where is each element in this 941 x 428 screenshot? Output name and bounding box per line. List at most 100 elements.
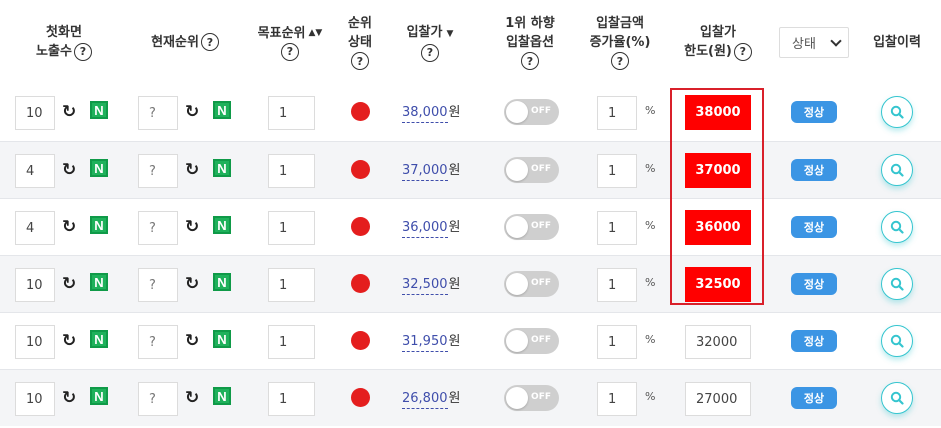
refresh-icon[interactable]: ↻	[62, 275, 78, 293]
refresh-icon[interactable]: ↻	[62, 103, 78, 121]
help-icon[interactable]: ?	[421, 43, 439, 62]
header-target-rank-sort[interactable]: 목표순위 ▲▼	[258, 24, 323, 43]
current-rank-field[interactable]: ?	[138, 325, 178, 359]
header-bid-sort[interactable]: 입찰가 ▼	[407, 23, 454, 44]
target-rank-input[interactable]: 1	[268, 154, 315, 188]
naver-icon[interactable]: N	[213, 330, 231, 348]
bid-history-button[interactable]	[881, 268, 913, 300]
rank1-down-option-toggle[interactable]: OFF	[504, 157, 559, 183]
bid-history-button[interactable]	[881, 154, 913, 186]
help-icon[interactable]: ?	[611, 52, 629, 70]
current-rank-field[interactable]: ?	[138, 268, 178, 302]
bid-amount[interactable]: 36,000원	[402, 216, 460, 238]
naver-icon[interactable]: N	[90, 273, 108, 291]
naver-icon[interactable]: N	[213, 216, 231, 234]
header-bid-label: 입찰가	[406, 24, 443, 40]
target-rank-input[interactable]: 1	[268, 211, 315, 245]
exposure-count-field[interactable]: 10	[15, 96, 55, 130]
bid-amount[interactable]: 31,950원	[402, 330, 460, 352]
status-badge[interactable]: 정상	[791, 216, 837, 238]
naver-icon[interactable]: N	[90, 216, 108, 234]
target-rank-input[interactable]: 1	[268, 325, 315, 359]
help-icon[interactable]: ?	[351, 52, 369, 70]
naver-icon[interactable]: N	[213, 273, 231, 291]
help-icon[interactable]: ?	[281, 42, 299, 61]
bid-amount-value[interactable]: 37,000	[402, 163, 448, 181]
bid-amount-value[interactable]: 38,000	[402, 105, 448, 123]
bid-limit-value[interactable]: 32500	[685, 267, 751, 302]
naver-icon[interactable]: N	[90, 159, 108, 177]
increase-rate-input[interactable]: 1	[597, 325, 637, 359]
rank1-down-option-toggle[interactable]: OFF	[504, 214, 559, 240]
current-rank-field[interactable]: ?	[138, 382, 178, 416]
status-filter-select[interactable]: 상태	[779, 27, 849, 58]
status-badge[interactable]: 정상	[791, 273, 837, 295]
header-exposure-line2: 노출수	[36, 44, 72, 59]
bid-amount[interactable]: 26,800원	[402, 387, 460, 409]
bid-limit-input[interactable]: 32000	[685, 325, 751, 359]
refresh-icon[interactable]: ↻	[185, 218, 201, 236]
bid-history-button[interactable]	[881, 325, 913, 357]
exposure-count-field[interactable]: 4	[15, 211, 55, 245]
increase-rate-input[interactable]: 1	[597, 268, 637, 302]
rank1-down-option-toggle[interactable]: OFF	[504, 385, 559, 411]
naver-icon[interactable]: N	[90, 101, 108, 119]
chevron-down-icon	[830, 34, 842, 47]
bid-limit-input[interactable]: 27000	[685, 382, 751, 416]
percent-unit: %	[645, 333, 656, 346]
bid-history-button[interactable]	[881, 382, 913, 414]
bid-amount-value[interactable]: 32,500	[402, 277, 448, 295]
refresh-icon[interactable]: ↻	[62, 218, 78, 236]
naver-icon[interactable]: N	[213, 387, 231, 405]
status-badge[interactable]: 정상	[791, 387, 837, 409]
rank1-down-option-toggle[interactable]: OFF	[504, 271, 559, 297]
bid-amount[interactable]: 32,500원	[402, 273, 460, 295]
naver-icon[interactable]: N	[213, 101, 231, 119]
refresh-icon[interactable]: ↻	[62, 332, 78, 350]
increase-rate-input[interactable]: 1	[597, 211, 637, 245]
naver-icon[interactable]: N	[213, 159, 231, 177]
bid-limit-value[interactable]: 36000	[685, 210, 751, 245]
status-badge[interactable]: 정상	[791, 330, 837, 352]
refresh-icon[interactable]: ↻	[185, 389, 201, 407]
bid-amount-value[interactable]: 36,000	[402, 220, 448, 238]
increase-rate-input[interactable]: 1	[597, 382, 637, 416]
bid-amount-value[interactable]: 26,800	[402, 391, 448, 409]
exposure-count-field[interactable]: 4	[15, 154, 55, 188]
status-badge[interactable]: 정상	[791, 159, 837, 181]
refresh-icon[interactable]: ↻	[185, 161, 201, 179]
increase-rate-input[interactable]: 1	[597, 154, 637, 188]
naver-icon[interactable]: N	[90, 330, 108, 348]
target-rank-input[interactable]: 1	[268, 268, 315, 302]
refresh-icon[interactable]: ↻	[185, 103, 201, 121]
current-rank-field[interactable]: ?	[138, 211, 178, 245]
refresh-icon[interactable]: ↻	[62, 389, 78, 407]
bid-history-button[interactable]	[881, 211, 913, 243]
rank1-down-option-toggle[interactable]: OFF	[504, 99, 559, 125]
bid-limit-value[interactable]: 37000	[685, 153, 751, 188]
current-rank-field[interactable]: ?	[138, 154, 178, 188]
status-badge[interactable]: 정상	[791, 101, 837, 123]
increase-rate-input[interactable]: 1	[597, 96, 637, 130]
bid-amount[interactable]: 38,000원	[402, 101, 460, 123]
refresh-icon[interactable]: ↻	[62, 161, 78, 179]
rank1-down-option-toggle[interactable]: OFF	[504, 328, 559, 354]
bid-history-button[interactable]	[881, 96, 913, 128]
naver-icon[interactable]: N	[90, 387, 108, 405]
target-rank-input[interactable]: 1	[268, 96, 315, 130]
bid-amount[interactable]: 37,000원	[402, 159, 460, 181]
current-rank-field[interactable]: ?	[138, 96, 178, 130]
help-icon[interactable]: ?	[521, 52, 539, 70]
refresh-icon[interactable]: ↻	[185, 332, 201, 350]
bid-limit-value[interactable]: 38000	[685, 95, 751, 130]
target-rank-input[interactable]: 1	[268, 382, 315, 416]
refresh-icon[interactable]: ↻	[185, 275, 201, 293]
exposure-count-field[interactable]: 10	[15, 382, 55, 416]
exposure-count-field[interactable]: 10	[15, 325, 55, 359]
help-icon[interactable]: ?	[733, 42, 752, 61]
help-icon[interactable]: ?	[200, 33, 219, 51]
exposure-count-field[interactable]: 10	[15, 268, 55, 302]
header-option-line1: 1위 하향	[505, 16, 555, 31]
bid-amount-value[interactable]: 31,950	[402, 334, 448, 352]
help-icon[interactable]: ?	[73, 42, 92, 61]
